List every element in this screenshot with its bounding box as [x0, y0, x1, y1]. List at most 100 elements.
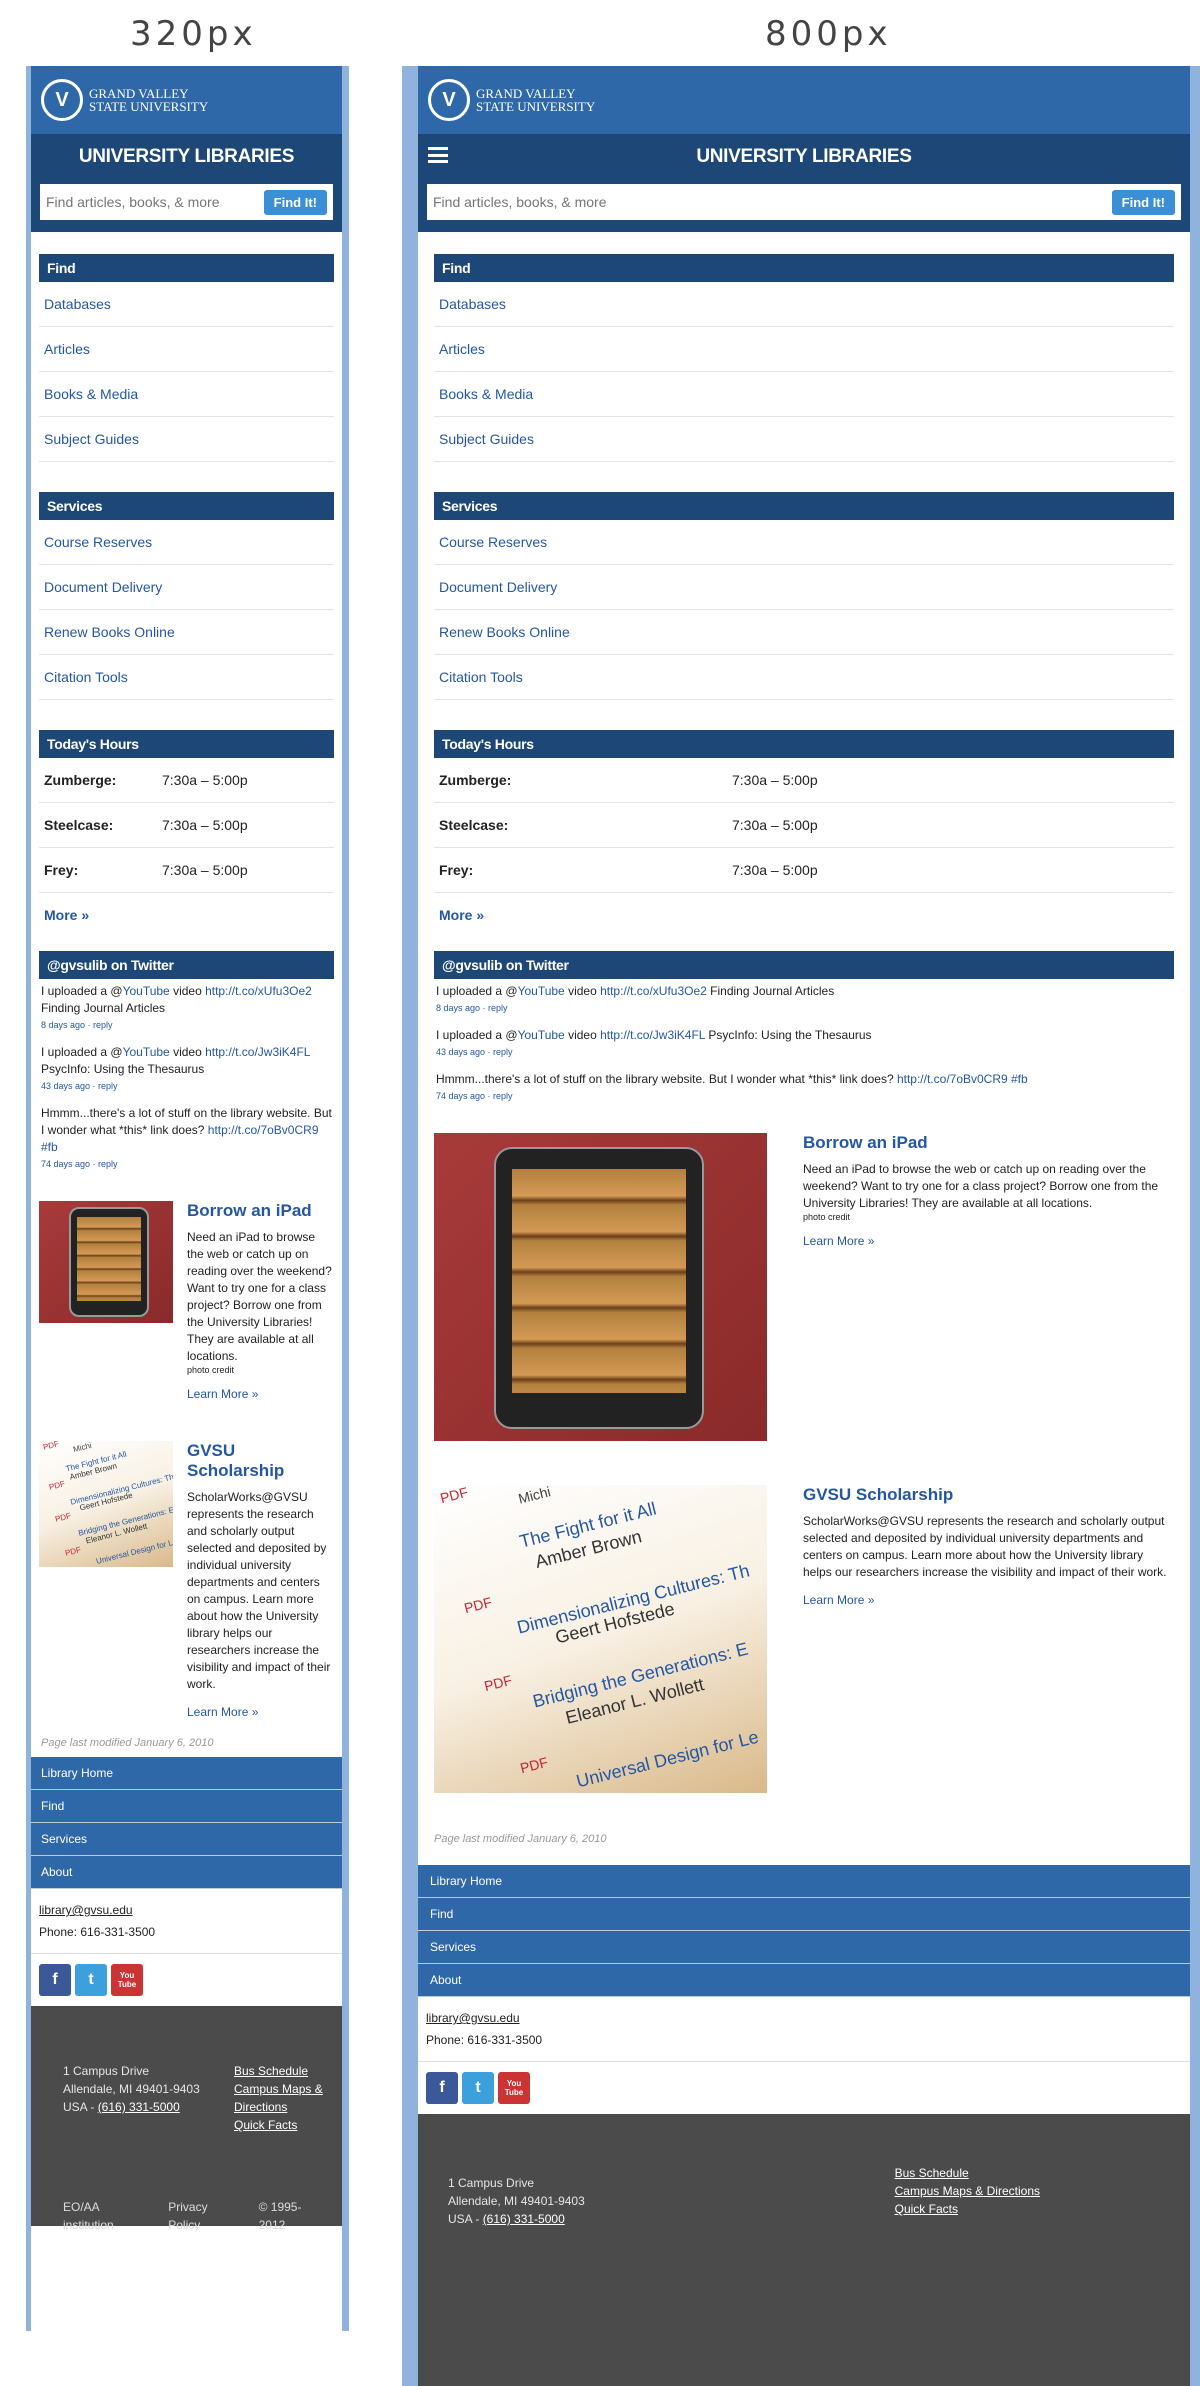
link-document-delivery[interactable]: Document Delivery [39, 565, 334, 610]
link-books-media[interactable]: Books & Media [39, 372, 334, 417]
footer-nav: Library Home Find Services About [418, 1865, 1190, 1997]
link-subject-guides[interactable]: Subject Guides [434, 417, 1174, 462]
footer-nav-find[interactable]: Find [418, 1898, 1190, 1931]
find-heading: Find [39, 254, 334, 282]
thumb-text: Michi [516, 1485, 553, 1507]
tweet-link[interactable]: http://t.co/Jw3iK4FL [600, 1028, 705, 1042]
photo-credit[interactable]: photo credit [803, 1212, 1174, 1222]
link-renew-books[interactable]: Renew Books Online [39, 610, 334, 655]
tweet-link[interactable]: http://t.co/7oBv0CR9 #fb [897, 1072, 1028, 1086]
scholarship-learn-more[interactable]: Learn More » [187, 1705, 334, 1719]
footer-nav-find[interactable]: Find [31, 1790, 342, 1823]
tweet-meta[interactable]: 74 days ago · reply [436, 1088, 1172, 1105]
email-link[interactable]: library@gvsu.edu [39, 1903, 133, 1917]
youtube-icon[interactable]: You Tube [111, 1964, 143, 1996]
tweet-meta[interactable]: 8 days ago · reply [41, 1017, 332, 1034]
youtube-icon[interactable]: You Tube [498, 2072, 530, 2104]
quick-facts-link[interactable]: Quick Facts [895, 2202, 958, 2216]
link-databases[interactable]: Databases [39, 282, 334, 327]
quick-facts-link[interactable]: Quick Facts [234, 2118, 297, 2132]
bus-schedule-link[interactable]: Bus Schedule [234, 2064, 308, 2078]
hours-time: 7:30a – 5:00p [162, 862, 248, 878]
twitter-icon[interactable]: t [75, 1964, 107, 1996]
email-link[interactable]: library@gvsu.edu [426, 2011, 520, 2025]
footer-nav-library-home[interactable]: Library Home [418, 1865, 1190, 1898]
thumb-text: PDF [54, 1511, 72, 1524]
thumb-text: Universal Design for Le [574, 1726, 761, 1792]
ipad-image[interactable] [39, 1201, 173, 1323]
campus-maps-link[interactable]: Campus Maps & Directions [895, 2184, 1040, 2198]
search-bar: Find It! [31, 176, 342, 232]
phone-link[interactable]: (616) 331-5000 [98, 2100, 180, 2114]
footer-nav-about[interactable]: About [418, 1964, 1190, 1997]
youtube-link[interactable]: YouTube [123, 1045, 170, 1059]
tweet-link[interactable]: http://t.co/xUfu3Oe2 [600, 984, 707, 998]
scholarship-title[interactable]: GVSU Scholarship [187, 1441, 334, 1481]
privacy-link[interactable]: Privacy Policy [168, 2198, 240, 2234]
phone-link[interactable]: (616) 331-5000 [483, 2212, 565, 2226]
thumb-text: PDF [518, 1753, 550, 1777]
copyright: © 1995-2012 [258, 2200, 302, 2232]
tweet-meta[interactable]: 43 days ago · reply [436, 1044, 1172, 1061]
hours-more-link[interactable]: More » [434, 893, 1174, 937]
ipad-learn-more[interactable]: Learn More » [187, 1387, 334, 1401]
eoaa-link[interactable]: EO/AA institution [63, 2198, 150, 2234]
gvsu-logo-icon[interactable]: V [428, 79, 470, 121]
tweet-meta[interactable]: 8 days ago · reply [436, 1000, 1172, 1017]
footer-nav-about[interactable]: About [31, 1856, 342, 1889]
link-course-reserves[interactable]: Course Reserves [434, 520, 1174, 565]
link-citation-tools[interactable]: Citation Tools [39, 655, 334, 700]
twitter-icon[interactable]: t [462, 2072, 494, 2104]
campus-maps-link[interactable]: Campus Maps & Directions [234, 2082, 323, 2114]
address-line1: 1 Campus Drive [63, 2064, 150, 2078]
thumb-text: PDF [64, 1545, 82, 1558]
ipad-title[interactable]: Borrow an iPad [803, 1133, 1174, 1153]
link-course-reserves[interactable]: Course Reserves [39, 520, 334, 565]
footer-nav-services[interactable]: Services [418, 1931, 1190, 1964]
bus-schedule-link[interactable]: Bus Schedule [895, 2166, 969, 2180]
hours-more-link[interactable]: More » [39, 893, 334, 937]
scholarship-image[interactable]: PDF Michi The Fight for it All Amber Bro… [39, 1441, 173, 1567]
link-databases[interactable]: Databases [434, 282, 1174, 327]
link-citation-tools[interactable]: Citation Tools [434, 655, 1174, 700]
services-heading: Services [39, 492, 334, 520]
page-title[interactable]: UNIVERSITY LIBRARIES [418, 134, 1190, 176]
gvsu-logo-icon[interactable]: V [41, 79, 83, 121]
scholarship-title[interactable]: GVSU Scholarship [803, 1485, 1174, 1505]
ipad-title[interactable]: Borrow an iPad [187, 1201, 334, 1221]
ipad-image[interactable] [434, 1133, 767, 1441]
search-input[interactable] [46, 194, 264, 210]
scholarship-learn-more[interactable]: Learn More » [803, 1593, 1174, 1607]
youtube-link[interactable]: YouTube [123, 984, 170, 998]
tweet-link[interactable]: http://t.co/xUfu3Oe2 [205, 984, 312, 998]
facebook-icon[interactable]: f [39, 1964, 71, 1996]
youtube-link[interactable]: YouTube [518, 1028, 565, 1042]
ipad-feature: Borrow an iPad Need an iPad to browse th… [39, 1201, 334, 1401]
footer-nav-library-home[interactable]: Library Home [31, 1757, 342, 1790]
tweet-meta[interactable]: 74 days ago · reply [41, 1156, 332, 1173]
services-heading: Services [434, 492, 1174, 520]
footer-nav-services[interactable]: Services [31, 1823, 342, 1856]
tweet-link[interactable]: http://t.co/Jw3iK4FL [205, 1045, 310, 1059]
facebook-icon[interactable]: f [426, 2072, 458, 2104]
tweet-meta[interactable]: 43 days ago · reply [41, 1078, 332, 1095]
address: 1 Campus Drive Allendale, MI 49401-9403 … [63, 2062, 200, 2134]
page-title[interactable]: UNIVERSITY LIBRARIES [31, 134, 342, 176]
photo-credit[interactable]: photo credit [187, 1365, 334, 1375]
title-text: UNIVERSITY LIBRARIES [696, 146, 912, 167]
link-articles[interactable]: Articles [434, 327, 1174, 372]
link-document-delivery[interactable]: Document Delivery [434, 565, 1174, 610]
find-it-button[interactable]: Find It! [263, 189, 327, 215]
search-input[interactable] [433, 194, 1112, 210]
link-articles[interactable]: Articles [39, 327, 334, 372]
link-subject-guides[interactable]: Subject Guides [39, 417, 334, 462]
link-books-media[interactable]: Books & Media [434, 372, 1174, 417]
thumb-text: PDF [48, 1479, 66, 1492]
menu-icon[interactable] [428, 147, 448, 163]
youtube-link[interactable]: YouTube [518, 984, 565, 998]
link-renew-books[interactable]: Renew Books Online [434, 610, 1174, 655]
scholarship-image[interactable]: PDF Michi The Fight for it All Amber Bro… [434, 1485, 767, 1793]
logo-bar: V GRAND VALLEY STATE UNIVERSITY [418, 66, 1190, 134]
ipad-learn-more[interactable]: Learn More » [803, 1234, 1174, 1248]
find-it-button[interactable]: Find It! [1111, 189, 1175, 215]
